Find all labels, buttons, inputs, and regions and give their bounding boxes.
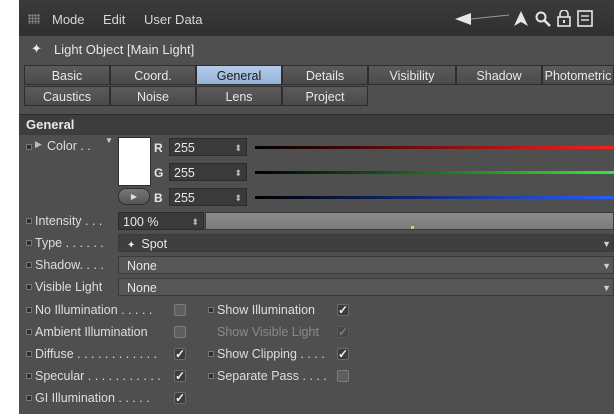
tab-noise[interactable]: Noise bbox=[110, 86, 196, 106]
dropdown-arrow-icon: ▼ bbox=[602, 283, 611, 293]
attribute-manager-panel: Mode Edit User Data ✦ Light Object [Main… bbox=[19, 0, 614, 414]
tab-visibility[interactable]: Visibility bbox=[368, 65, 456, 85]
animate-specular-icon[interactable] bbox=[26, 373, 32, 379]
show-illumination-label: Show Illumination bbox=[217, 303, 315, 317]
animate-shadow-icon[interactable] bbox=[26, 262, 32, 268]
tab-details[interactable]: Details bbox=[282, 65, 368, 85]
menu-mode[interactable]: Mode bbox=[52, 12, 85, 27]
menu-user-data[interactable]: User Data bbox=[144, 12, 203, 27]
diffuse-label: Diffuse . . . . . . . . . . . . bbox=[35, 347, 158, 361]
section-title: General bbox=[26, 117, 75, 132]
intensity-value: 100 % bbox=[123, 215, 159, 229]
tab-basic[interactable]: Basic bbox=[24, 65, 110, 85]
animate-type-icon[interactable] bbox=[26, 240, 32, 246]
separate-pass-label: Separate Pass . . . . bbox=[217, 369, 327, 383]
red-value: 255 bbox=[174, 141, 195, 155]
animate-diffuse-icon[interactable] bbox=[26, 351, 32, 357]
intensity-stepper-icon[interactable]: ⬍ bbox=[191, 213, 199, 231]
visible-light-dropdown[interactable]: None ▼ bbox=[118, 278, 614, 296]
tab-lens[interactable]: Lens bbox=[196, 86, 282, 106]
tab-project[interactable]: Project bbox=[282, 86, 368, 106]
color-label: Color . . bbox=[47, 139, 91, 153]
no-illumination-label: No Illumination . . . . . bbox=[35, 303, 153, 317]
dropdown-arrow-icon: ▼ bbox=[602, 261, 611, 271]
animate-intensity-icon[interactable] bbox=[26, 218, 32, 224]
tab-photometric[interactable]: Photometric bbox=[542, 65, 614, 85]
diffuse-checkbox[interactable]: ✓ bbox=[174, 348, 186, 360]
shadow-label: Shadow. . . . bbox=[35, 258, 104, 272]
visible-light-label: Visible Light bbox=[35, 280, 103, 294]
blue-value: 255 bbox=[174, 191, 195, 205]
tab-general[interactable]: General bbox=[196, 65, 282, 85]
tab-coord[interactable]: Coord. bbox=[110, 65, 196, 85]
show-visible-light-checkbox: ✓ bbox=[337, 325, 349, 339]
show-clipping-label: Show Clipping . . . . bbox=[217, 347, 325, 361]
shadow-value: None bbox=[127, 259, 157, 273]
animate-gi-illumination-icon[interactable] bbox=[26, 395, 32, 401]
expand-arrow-icon[interactable]: ▶ bbox=[35, 139, 42, 150]
spot-light-icon: ✦ bbox=[127, 240, 136, 251]
intensity-slider-marker bbox=[411, 226, 414, 229]
animate-ambient-illumination-icon[interactable] bbox=[26, 329, 32, 335]
separate-pass-checkbox[interactable] bbox=[337, 370, 349, 382]
grip-icon[interactable] bbox=[28, 14, 40, 24]
color-menu-arrow-icon[interactable]: ▼ bbox=[105, 136, 113, 145]
specular-label: Specular . . . . . . . . . . . bbox=[35, 369, 161, 383]
gi-illumination-label: GI Illumination . . . . . bbox=[35, 391, 150, 405]
menu-bar: Mode Edit User Data bbox=[19, 0, 614, 36]
object-title: Light Object [Main Light] bbox=[54, 42, 195, 57]
blue-slider[interactable] bbox=[255, 196, 614, 199]
menu-edit[interactable]: Edit bbox=[103, 12, 125, 27]
green-slider[interactable] bbox=[255, 171, 614, 174]
color-picker-button[interactable]: ▶ bbox=[118, 188, 150, 205]
red-input[interactable]: 255 ⬍ bbox=[169, 138, 247, 156]
show-visible-light-label: Show Visible Light bbox=[217, 325, 319, 339]
cursor-icon[interactable] bbox=[514, 11, 528, 27]
gi-illumination-checkbox[interactable]: ✓ bbox=[174, 392, 186, 404]
ambient-illumination-checkbox[interactable] bbox=[174, 326, 186, 338]
ambient-illumination-label: Ambient Illumination bbox=[35, 325, 148, 339]
animate-show-illumination-icon[interactable] bbox=[208, 307, 214, 313]
intensity-label: Intensity . . . bbox=[35, 214, 103, 228]
color-swatch[interactable] bbox=[118, 137, 151, 186]
green-value: 255 bbox=[174, 166, 195, 180]
blue-label: B bbox=[154, 191, 163, 205]
type-value: Spot bbox=[141, 237, 168, 251]
red-slider[interactable] bbox=[255, 146, 614, 149]
visible-light-value: None bbox=[127, 281, 157, 295]
more-icon[interactable] bbox=[577, 10, 593, 27]
animate-separate-pass-icon[interactable] bbox=[208, 373, 214, 379]
animate-color-icon[interactable] bbox=[26, 144, 32, 150]
green-label: G bbox=[154, 166, 164, 180]
blue-stepper-icon[interactable]: ⬍ bbox=[234, 189, 242, 207]
green-input[interactable]: 255 ⬍ bbox=[169, 163, 247, 181]
intensity-input[interactable]: 100 % ⬍ bbox=[118, 212, 204, 230]
animate-no-illumination-icon[interactable] bbox=[26, 307, 32, 313]
search-icon[interactable] bbox=[535, 11, 551, 27]
green-stepper-icon[interactable]: ⬍ bbox=[234, 164, 242, 182]
dropdown-arrow-icon: ▼ bbox=[602, 239, 611, 249]
type-label: Type . . . . . . bbox=[35, 236, 104, 250]
light-object-icon: ✦ bbox=[31, 41, 42, 56]
no-illumination-checkbox[interactable] bbox=[174, 304, 186, 316]
object-header: ✦ Light Object [Main Light] bbox=[19, 38, 614, 62]
show-clipping-checkbox[interactable]: ✓ bbox=[337, 348, 349, 360]
animate-visible-light-icon[interactable] bbox=[26, 284, 32, 290]
back-arrow-icon[interactable] bbox=[455, 12, 511, 26]
intensity-slider[interactable] bbox=[205, 212, 614, 230]
blue-input[interactable]: 255 ⬍ bbox=[169, 188, 247, 206]
lock-icon[interactable] bbox=[557, 10, 571, 27]
red-stepper-icon[interactable]: ⬍ bbox=[234, 139, 242, 157]
specular-checkbox[interactable]: ✓ bbox=[174, 370, 186, 382]
type-dropdown[interactable]: ✦ Spot ▼ bbox=[118, 234, 614, 252]
section-header: General bbox=[19, 114, 614, 135]
tab-shadow[interactable]: Shadow bbox=[456, 65, 542, 85]
tab-caustics[interactable]: Caustics bbox=[24, 86, 110, 106]
show-illumination-checkbox[interactable]: ✓ bbox=[337, 304, 349, 316]
animate-show-clipping-icon[interactable] bbox=[208, 351, 214, 357]
red-label: R bbox=[154, 141, 163, 155]
shadow-dropdown[interactable]: None ▼ bbox=[118, 256, 614, 274]
